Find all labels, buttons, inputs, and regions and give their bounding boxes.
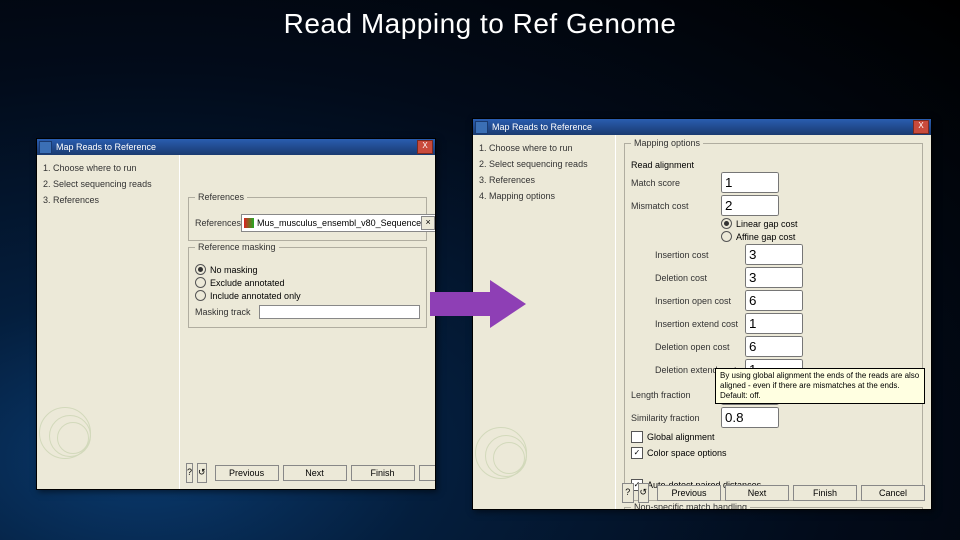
field-label: Similarity fraction <box>631 413 721 423</box>
group-legend: Reference masking <box>195 242 279 252</box>
radio-no-masking[interactable]: No masking <box>195 264 420 275</box>
close-icon[interactable]: X <box>913 120 929 134</box>
finish-button[interactable]: Finish <box>351 465 415 481</box>
deletion-open-field[interactable] <box>745 336 803 357</box>
field-label: Insertion extend cost <box>655 319 745 329</box>
wizard-step: 3. References <box>43 195 173 205</box>
wizard-step: 2. Select sequencing reads <box>479 159 609 169</box>
next-button[interactable]: Next <box>725 485 789 501</box>
global-alignment-checkbox[interactable]: Global alignment <box>631 431 916 443</box>
app-icon <box>475 121 488 134</box>
wizard-step: 1. Choose where to run <box>479 143 609 153</box>
help-button[interactable]: ? <box>622 483 634 503</box>
masking-track-field[interactable] <box>259 305 420 319</box>
color-space-checkbox[interactable]: ✓Color space options <box>631 447 916 459</box>
reset-button[interactable]: ↺ <box>638 483 650 503</box>
wizard-step: 3. References <box>479 175 609 185</box>
group-legend: Mapping options <box>631 138 703 148</box>
radio-affine-gap[interactable]: Affine gap cost <box>721 231 916 242</box>
watermark <box>475 427 535 487</box>
slide-title: Read Mapping to Ref Genome <box>0 0 960 40</box>
field-label: Insertion open cost <box>655 296 745 306</box>
group-legend: References <box>195 192 247 202</box>
insertion-open-field[interactable] <box>745 290 803 311</box>
titlebar: Map Reads to Reference X <box>37 139 435 155</box>
references-value: Mus_musculus_ensembl_v80_Sequence <box>257 218 421 228</box>
similarity-fraction-field[interactable] <box>721 407 779 428</box>
remove-ref-button[interactable]: × <box>421 216 435 230</box>
close-icon[interactable]: X <box>417 140 433 154</box>
references-label: References <box>195 218 241 228</box>
field-label: Deletion cost <box>655 273 745 283</box>
insertion-extend-field[interactable] <box>745 313 803 334</box>
tooltip: By using global alignment the ends of th… <box>715 368 925 404</box>
wizard-step: 4. Mapping options <box>479 191 609 201</box>
insertion-cost-field[interactable] <box>745 244 803 265</box>
references-field[interactable]: Mus_musculus_ensembl_v80_Sequence × <box>241 214 435 232</box>
help-button[interactable]: ? <box>186 463 193 483</box>
deletion-cost-field[interactable] <box>745 267 803 288</box>
app-icon <box>39 141 52 154</box>
arrow-icon <box>430 280 530 328</box>
field-label: Match score <box>631 178 721 188</box>
finish-button[interactable]: Finish <box>793 485 857 501</box>
field-label: Length fraction <box>631 390 721 400</box>
radio-label: Linear gap cost <box>736 219 798 229</box>
wizard-step: 1. Choose where to run <box>43 163 173 173</box>
field-label: Mismatch cost <box>631 201 721 211</box>
group-legend: Non-specific match handling <box>631 502 750 509</box>
reset-button[interactable]: ↺ <box>197 463 207 483</box>
field-label: Deletion open cost <box>655 342 745 352</box>
field-label: Insertion cost <box>655 250 745 260</box>
next-button[interactable]: Next <box>283 465 347 481</box>
radio-label: Affine gap cost <box>736 232 795 242</box>
checkbox-label: Color space options <box>647 448 727 458</box>
read-alignment-label: Read alignment <box>631 160 694 170</box>
radio-linear-gap[interactable]: Linear gap cost <box>721 218 916 229</box>
cancel-button[interactable]: Cancel <box>861 485 925 501</box>
mismatch-cost-field[interactable] <box>721 195 779 216</box>
previous-button[interactable]: Previous <box>657 485 721 501</box>
radio-include[interactable]: Include annotated only <box>195 290 420 301</box>
wizard-step: 2. Select sequencing reads <box>43 179 173 189</box>
radio-label: No masking <box>210 265 258 275</box>
titlebar: Map Reads to Reference X <box>473 119 931 135</box>
dialog-mapping-options: Map Reads to Reference X 1. Choose where… <box>472 118 932 510</box>
track-icon <box>244 218 254 228</box>
radio-label: Include annotated only <box>210 291 301 301</box>
cancel-button[interactable]: Cancel <box>419 465 435 481</box>
masking-track-label: Masking track <box>195 307 259 317</box>
radio-exclude[interactable]: Exclude annotated <box>195 277 420 288</box>
previous-button[interactable]: Previous <box>215 465 279 481</box>
checkbox-label: Global alignment <box>647 432 715 442</box>
dialog-title: Map Reads to Reference <box>56 142 156 152</box>
watermark <box>39 407 99 467</box>
match-score-field[interactable] <box>721 172 779 193</box>
panel-references: References References Mus_musculus_ensem… <box>180 155 435 489</box>
wizard-steps: 1. Choose where to run 2. Select sequenc… <box>37 155 180 489</box>
dialog-title: Map Reads to Reference <box>492 122 592 132</box>
panel-mapping: Mapping options Read alignment Match sco… <box>616 135 931 509</box>
dialog-references: Map Reads to Reference X 1. Choose where… <box>36 138 436 490</box>
radio-label: Exclude annotated <box>210 278 285 288</box>
